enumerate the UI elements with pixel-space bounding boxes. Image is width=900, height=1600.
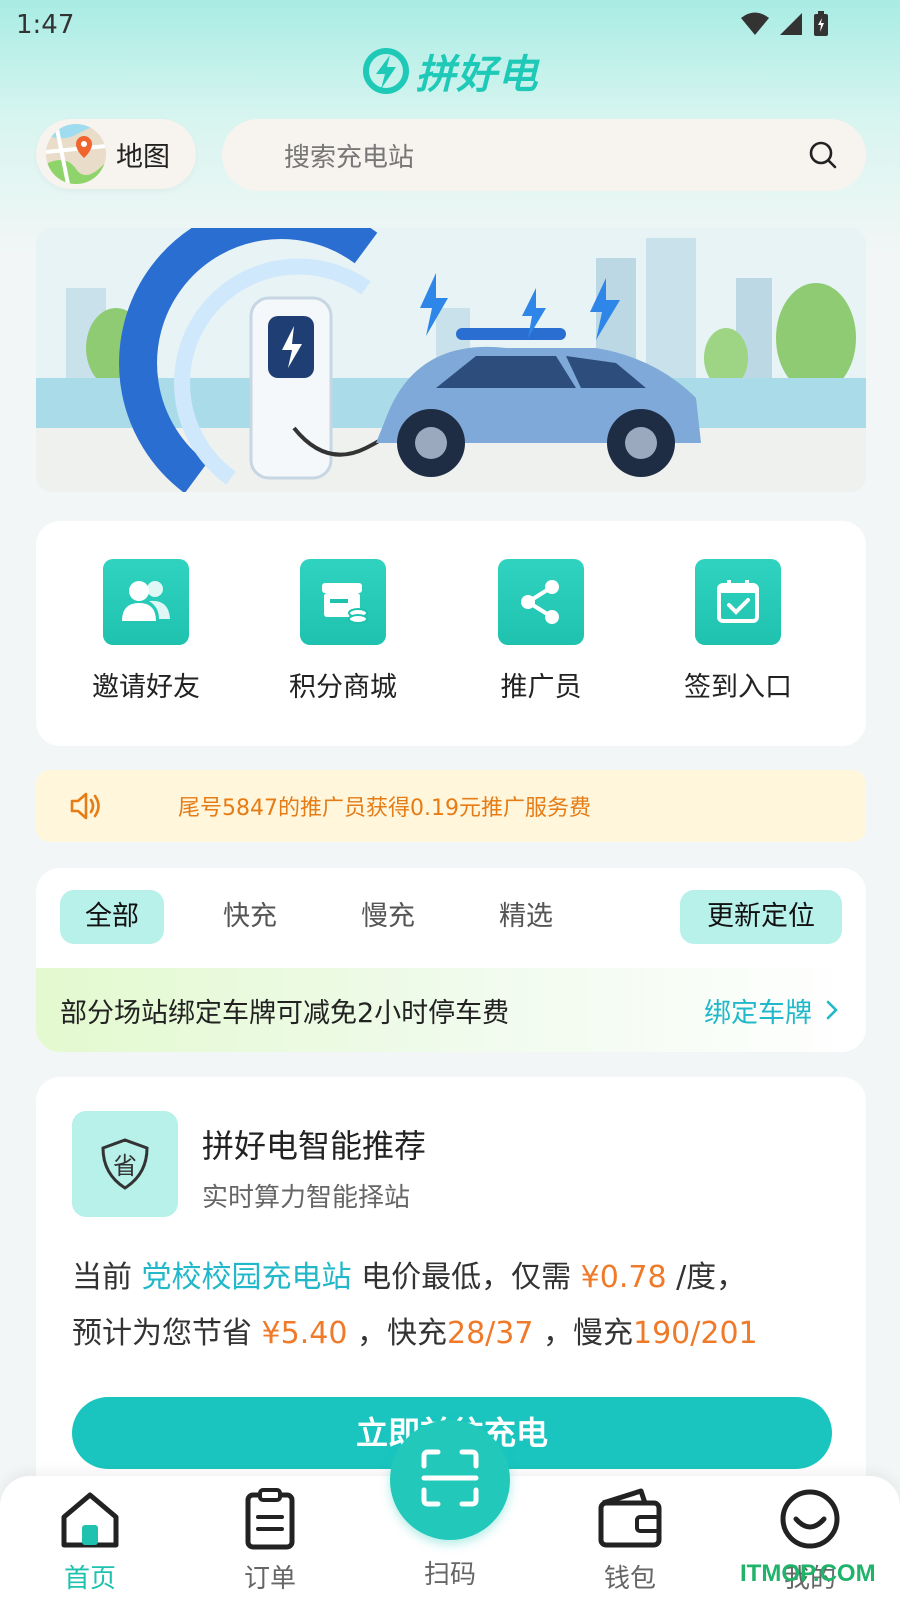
fast-label: ，快充 [356, 1316, 447, 1351]
quick-action-label: 签到入口 [684, 672, 792, 703]
clipboard-icon [235, 1484, 305, 1554]
quick-action-checkin[interactable]: 签到入口 [648, 559, 828, 704]
tab-fast[interactable]: 快充 [198, 890, 302, 944]
tab-slow[interactable]: 慢充 [336, 890, 440, 944]
bind-plate-label: 绑定车牌 [704, 997, 812, 1029]
status-time: 1:47 [16, 10, 75, 40]
nav-orders[interactable]: 订单 [200, 1484, 340, 1595]
search-icon[interactable] [808, 140, 838, 170]
station-filter-card: 全部 快充 慢充 精选 更新定位 部分场站绑定车牌可减免2小时停车费 绑定车牌 [36, 868, 866, 1052]
status-icons [740, 10, 830, 38]
bind-plate-link[interactable]: 绑定车牌 [704, 991, 838, 1030]
watermark: ITMOP.COM [740, 1560, 876, 1587]
nav-orders-label: 订单 [243, 1564, 296, 1594]
store-icon [300, 559, 386, 645]
quick-action-label: 推广员 [500, 672, 582, 703]
quick-actions-card: 邀请好友 积分商城 推广员 签到入口 [36, 521, 866, 746]
speaker-icon [70, 792, 100, 820]
map-label: 地图 [116, 141, 170, 173]
saving-value: ¥5.40 [261, 1316, 348, 1351]
tab-featured[interactable]: 精选 [474, 890, 578, 944]
nav-home-label: 首页 [63, 1564, 116, 1594]
notice-banner[interactable]: 尾号5847的推广员获得0.19元推广服务费 [36, 770, 866, 842]
update-location-button[interactable]: 更新定位 [680, 890, 842, 944]
battery-icon [814, 11, 828, 36]
logo-text: 拼好电 [415, 52, 539, 98]
svg-text:省: 省 [113, 1152, 137, 1180]
promo-banner[interactable] [36, 228, 866, 492]
map-thumbnail-icon [46, 124, 106, 184]
share-icon [498, 559, 584, 645]
recommend-subtitle: 实时算力智能择站 [202, 1183, 411, 1213]
price-unit: /度， [676, 1260, 747, 1295]
bind-plate-bar[interactable]: 部分场站绑定车牌可减免2小时停车费 绑定车牌 [36, 968, 866, 1052]
slow-availability: 190/201 [633, 1316, 758, 1351]
tab-all[interactable]: 全部 [60, 890, 164, 944]
search-input[interactable]: 搜索充电站 [222, 119, 866, 191]
chevron-right-icon [826, 1000, 838, 1020]
quick-action-promoter[interactable]: 推广员 [451, 559, 631, 704]
quick-action-label: 积分商城 [289, 672, 397, 703]
home-icon [55, 1484, 125, 1554]
price-value: ¥0.78 [580, 1260, 667, 1295]
quick-action-invite[interactable]: 邀请好友 [56, 559, 236, 704]
user-icon [775, 1484, 845, 1554]
recommend-title: 拼好电智能推荐 [202, 1127, 427, 1165]
station-link[interactable]: 党校校园充电站 [142, 1260, 352, 1295]
savings-shield-icon: 省 [72, 1111, 178, 1217]
nav-scan-label: 扫码 [423, 1560, 476, 1590]
nav-wallet-label: 钱包 [603, 1564, 656, 1594]
slow-label: ，慢充 [543, 1316, 633, 1351]
signal-icon [780, 13, 802, 35]
plate-promo-text: 部分场站绑定车牌可减免2小时停车费 [60, 997, 510, 1029]
nav-home[interactable]: 首页 [20, 1484, 160, 1595]
text-saving: 预计为您节省 [72, 1316, 252, 1351]
wifi-icon [741, 12, 769, 35]
bolt-logo-icon [362, 48, 409, 94]
recommend-line-2: 预计为您节省 ¥5.40 ，快充28/37 ，慢充190/201 [72, 1308, 758, 1352]
text-current: 当前 [72, 1260, 132, 1295]
notice-text: 尾号5847的推广员获得0.19元推广服务费 [178, 796, 591, 821]
quick-action-label: 邀请好友 [92, 672, 200, 703]
scan-button[interactable] [390, 1420, 510, 1540]
wallet-icon [595, 1484, 665, 1554]
text-lowest-price: 电价最低，仅需 [361, 1260, 572, 1295]
recommend-line-1: 当前 党校校园充电站 电价最低，仅需 ¥0.78 /度， [72, 1252, 746, 1296]
map-button[interactable]: 地图 [36, 119, 196, 189]
ev-charging-illustration [36, 228, 866, 492]
users-icon [103, 559, 189, 645]
scan-icon [418, 1446, 482, 1514]
fast-availability: 28/37 [446, 1316, 534, 1351]
quick-action-store[interactable]: 积分商城 [253, 559, 433, 704]
nav-wallet[interactable]: 钱包 [560, 1484, 700, 1595]
app-logo: 拼好电 [0, 42, 900, 100]
calendar-check-icon [695, 559, 781, 645]
search-placeholder: 搜索充电站 [284, 142, 415, 173]
